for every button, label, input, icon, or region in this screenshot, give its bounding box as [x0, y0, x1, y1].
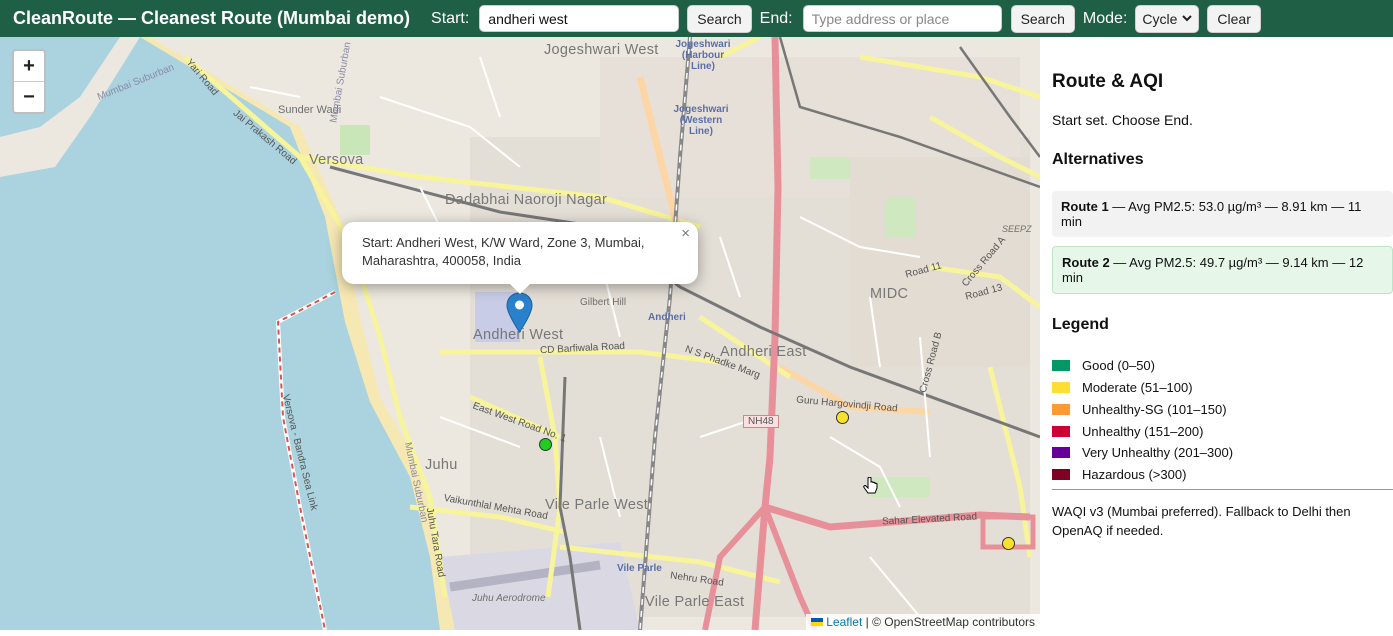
start-search-button[interactable]: Search — [687, 4, 752, 33]
legend-label: Unhealthy (151–200) — [1082, 424, 1204, 439]
zoom-out-button[interactable]: − — [14, 81, 44, 112]
legend-item-unhealthy: Unhealthy (151–200) — [1052, 424, 1203, 439]
map-label-juhu: Juhu — [425, 457, 458, 473]
popup-text: Start: Andheri West, K/W Ward, Zone 3, M… — [362, 235, 645, 268]
zoom-in-button[interactable]: + — [14, 51, 44, 81]
route-name: Route 2 — [1062, 255, 1110, 270]
legend-label: Hazardous (>300) — [1082, 467, 1187, 482]
legend-label: Unhealthy-SG (101–150) — [1082, 402, 1227, 417]
leaflet-link[interactable]: Leaflet — [826, 615, 862, 629]
map-label-vile-parle-west: Vile Parle West — [545, 497, 649, 513]
mode-select[interactable]: Cycle — [1135, 4, 1200, 33]
route-option-2[interactable]: Route 2 — Avg PM2.5: 49.7 µg/m³ — 9.14 k… — [1052, 246, 1393, 294]
map-label-gilbert-hill: Gilbert Hill — [580, 297, 627, 308]
legend-swatch — [1052, 426, 1070, 437]
side-panel: Route & AQI Start set. Choose End. Alter… — [1040, 37, 1393, 636]
legend-label: Moderate (51–100) — [1082, 380, 1193, 395]
aqi-station-moderate-1[interactable] — [836, 411, 849, 424]
legend-label: Good (0–50) — [1082, 358, 1155, 373]
legend-item-very-unhealthy: Very Unhealthy (201–300) — [1052, 445, 1233, 460]
map-attribution: Leaflet | © OpenStreetMap contributors — [805, 614, 1040, 630]
legend-swatch — [1052, 447, 1070, 458]
map-label-midc: MIDC — [870, 286, 909, 302]
status-text: Start set. Choose End. — [1052, 112, 1193, 128]
legend-item-hazardous: Hazardous (>300) — [1052, 467, 1186, 482]
clear-button[interactable]: Clear — [1207, 4, 1261, 33]
map-label-andheri-east: Andheri East — [720, 344, 807, 360]
mode-label: Mode: — [1082, 9, 1128, 27]
map-label-vile-parle-east: Vile Parle East — [645, 594, 745, 610]
legend-heading: Legend — [1052, 316, 1109, 333]
hand-cursor-icon — [863, 477, 878, 494]
start-marker-icon[interactable] — [506, 292, 533, 333]
legend-item-moderate: Moderate (51–100) — [1052, 380, 1193, 395]
end-input[interactable] — [802, 5, 1002, 32]
route-name: Route 1 — [1061, 199, 1109, 214]
map-label-jogeshwari-west: Jogeshwari West — [544, 42, 659, 58]
map-label-jogeshwari-harbour: Jogeshwari (Harbour Line) — [675, 39, 731, 72]
map-label-dadabhai: Dadabhai Naoroji Nagar — [445, 192, 608, 208]
start-popup: Start: Andheri West, K/W Ward, Zone 3, M… — [342, 222, 698, 284]
map-label-juhu-aerodrome: Juhu Aerodrome — [472, 593, 546, 604]
start-label: Start: — [431, 9, 470, 27]
legend-swatch — [1052, 404, 1070, 415]
aqi-station-moderate-2[interactable] — [1002, 537, 1015, 550]
map-label-vile-parle-station: Vile Parle — [617, 563, 662, 574]
map-label-versova: Versova — [309, 152, 364, 168]
panel-title: Route & AQI — [1052, 71, 1164, 92]
map-label-nh48: NH48 — [743, 415, 779, 428]
zoom-control: + − — [12, 49, 46, 114]
popup-tip — [509, 283, 531, 294]
ukraine-flag-icon — [810, 618, 823, 626]
aqi-station-good[interactable] — [539, 438, 552, 451]
start-input[interactable] — [479, 5, 680, 32]
osm-attribution-text: | © OpenStreetMap contributors — [865, 615, 1035, 629]
legend-item-good: Good (0–50) — [1052, 358, 1155, 373]
map-label-seepz: SEEPZ — [1002, 224, 1032, 234]
map-label-jogeshwari-western: Jogeshwari (Western Line) — [673, 104, 729, 137]
legend-label: Very Unhealthy (201–300) — [1082, 445, 1234, 460]
end-label: End: — [759, 9, 793, 27]
alternatives-heading: Alternatives — [1052, 151, 1144, 168]
map-label-andheri-station: Andheri — [648, 312, 686, 323]
close-icon[interactable]: × — [681, 225, 690, 243]
legend-swatch — [1052, 382, 1070, 393]
data-source-note: WAQI v3 (Mumbai preferred). Fallback to … — [1052, 504, 1351, 538]
legend-swatch — [1052, 469, 1070, 480]
map[interactable]: Jogeshwari West Versova Dadabhai Naoroji… — [0, 37, 1040, 630]
chevron-down-icon — [1182, 15, 1193, 22]
route-option-1[interactable]: Route 1 — Avg PM2.5: 53.0 µg/m³ — 8.91 k… — [1052, 191, 1393, 237]
mode-select-value: Cycle — [1142, 10, 1178, 27]
top-bar: CleanRoute — Cleanest Route (Mumbai demo… — [0, 0, 1393, 37]
divider — [1052, 489, 1393, 490]
app-title: CleanRoute — Cleanest Route (Mumbai demo… — [13, 8, 411, 28]
legend-item-unhealthy-sg: Unhealthy-SG (101–150) — [1052, 402, 1227, 417]
end-search-button[interactable]: Search — [1010, 4, 1075, 33]
legend-swatch — [1052, 360, 1070, 371]
